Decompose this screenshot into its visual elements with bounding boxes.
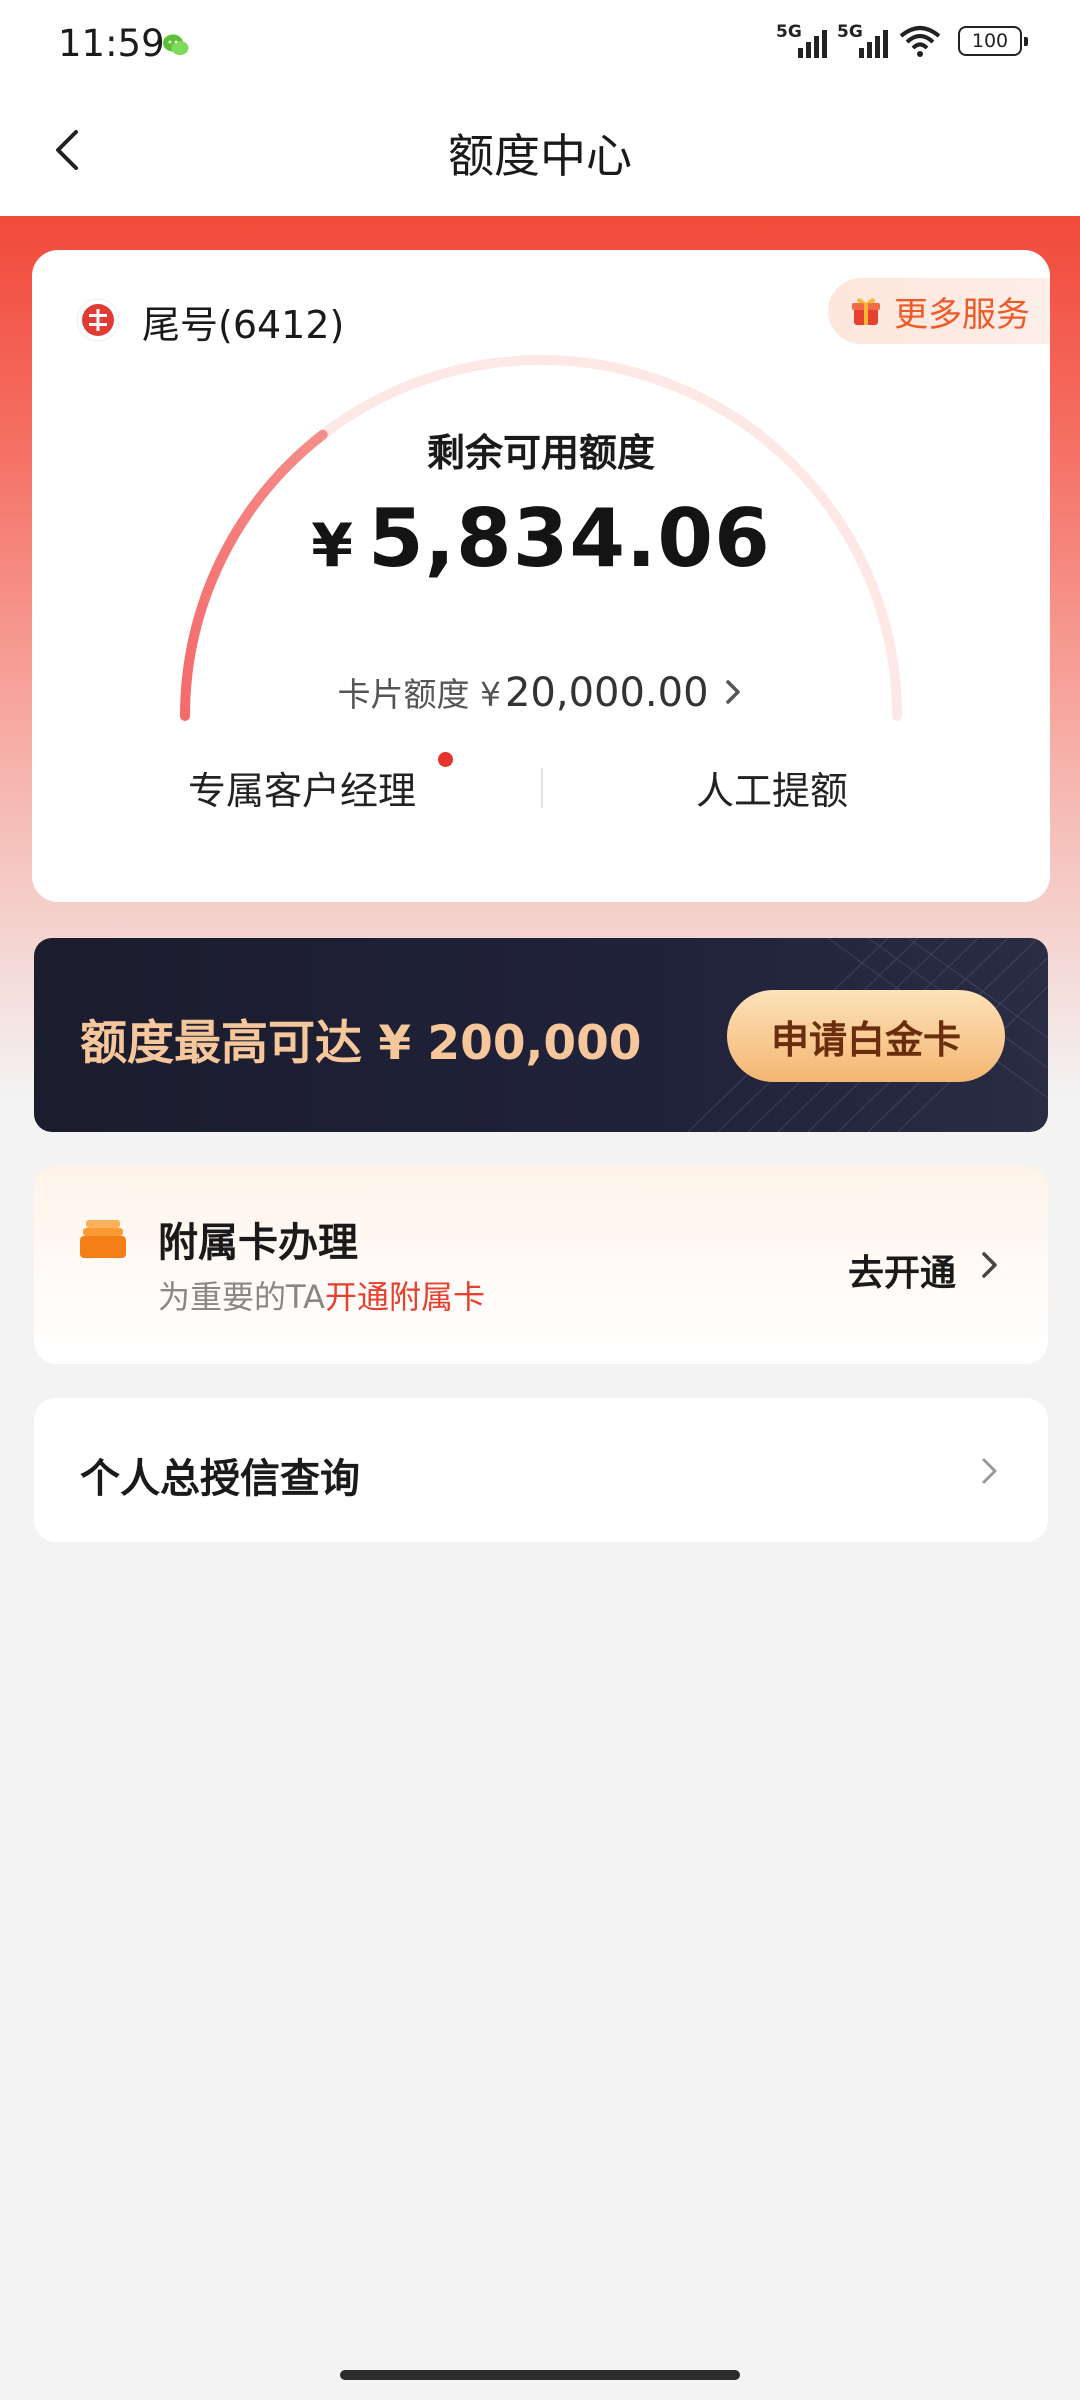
status-time: 11:59 xyxy=(58,22,165,65)
supplementary-card-item[interactable]: 附属卡办理 为重要的TA开通附属卡 去开通 xyxy=(34,1166,1048,1364)
signal-5g-icon: 5G xyxy=(776,22,827,58)
remaining-limit-amount: ¥5,834.06 xyxy=(32,492,1050,585)
bank-logo xyxy=(76,298,120,342)
card-tail-number: 尾号(6412) xyxy=(142,303,345,347)
chevron-right-icon xyxy=(982,1252,997,1278)
remaining-limit-label: 剩余可用额度 xyxy=(426,431,655,475)
battery-icon: 100 xyxy=(958,26,1028,56)
signal-1-label: 5G xyxy=(776,22,802,42)
card-stack-icon xyxy=(80,1220,126,1258)
card-limit-row[interactable]: 卡片额度 ¥ 20,000.00 xyxy=(32,668,1050,716)
nav-bar: 额度中心 xyxy=(0,90,1080,216)
subtitle-highlight: 开通附属卡 xyxy=(324,1278,485,1316)
signal-5g-icon: 5G xyxy=(837,22,888,58)
currency-symbol: ¥ xyxy=(311,511,354,581)
card-limit-label: 卡片额度 ¥ xyxy=(337,675,501,714)
activate-button[interactable]: 去开通 xyxy=(848,1244,956,1296)
wifi-icon xyxy=(899,26,941,57)
platinum-card-banner[interactable]: 额度最高可达 ¥ 200,000 申请白金卡 xyxy=(34,938,1048,1132)
supplementary-card-title: 附属卡办理 xyxy=(158,1220,358,1266)
signal-2-label: 5G xyxy=(837,22,863,42)
status-icons: 5G 5G 100 xyxy=(776,22,1028,58)
gift-icon xyxy=(852,298,880,325)
page-title: 额度中心 xyxy=(448,129,632,183)
card-limit-value: 20,000.00 xyxy=(504,670,709,716)
home-indicator[interactable] xyxy=(340,2370,740,2380)
notification-dot xyxy=(438,752,453,767)
chevron-right-icon xyxy=(982,1458,997,1484)
apply-platinum-card-button[interactable]: 申请白金卡 xyxy=(727,990,1005,1082)
more-services-button[interactable]: 更多服务 xyxy=(828,278,1050,344)
promo-text: 额度最高可达 ¥ 200,000 xyxy=(80,1016,642,1071)
remaining-amount-value: 5,834.06 xyxy=(367,492,771,585)
more-services-label: 更多服务 xyxy=(894,294,1030,335)
credit-limit-card: 尾号(6412) 更多服务 剩余可用额度 ¥5,834.06 卡片额度 ¥ 20… xyxy=(32,250,1050,902)
status-bar: 11:59 5G 5G 100 xyxy=(0,0,1080,90)
card-actions: 专属客户经理 人工提额 xyxy=(32,752,1050,830)
total-credit-query-title: 个人总授信查询 xyxy=(80,1456,360,1502)
divider xyxy=(541,768,543,808)
manual-limit-increase-link[interactable]: 人工提额 xyxy=(696,760,848,815)
subtitle-prefix: 为重要的TA xyxy=(158,1278,325,1316)
total-credit-query-item[interactable]: 个人总授信查询 xyxy=(34,1398,1048,1542)
account-manager-link[interactable]: 专属客户经理 xyxy=(188,760,416,815)
supplementary-card-subtitle: 为重要的TA开通附属卡 xyxy=(158,1272,485,1318)
wechat-notification-icon xyxy=(163,34,189,55)
chevron-right-icon xyxy=(725,680,740,704)
